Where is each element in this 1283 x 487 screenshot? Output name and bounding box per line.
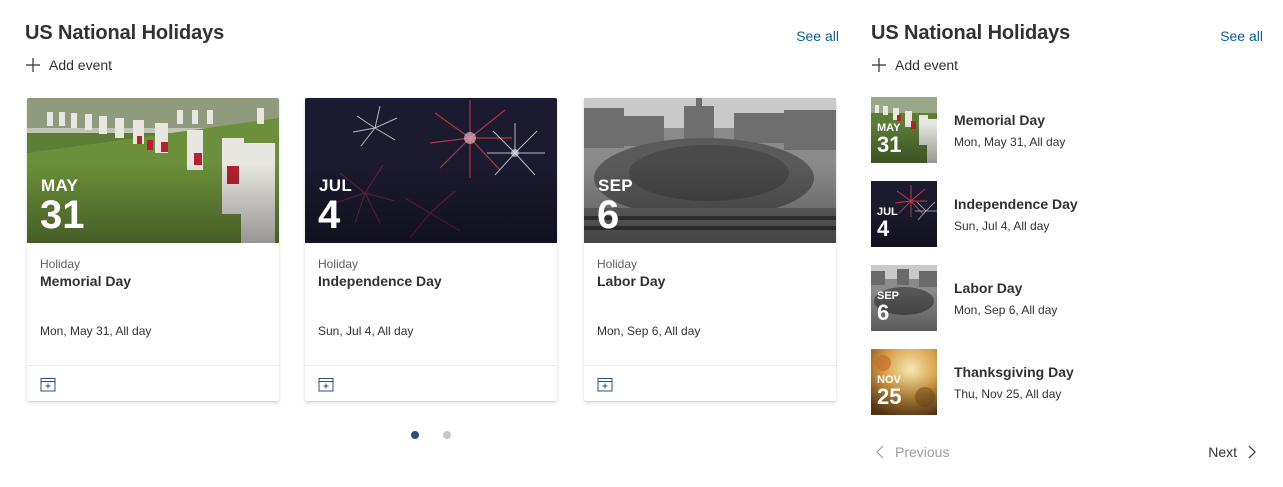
event-title[interactable]: Independence Day — [318, 273, 442, 289]
add-event-button[interactable]: Add event — [25, 56, 112, 74]
event-thumbnail: NOV 25 — [871, 349, 937, 415]
events-filmstrip-webpart: US National Holidays See all Add event M… — [25, 0, 839, 487]
event-day: 25 — [877, 384, 902, 409]
event-datetime: Sun, Jul 4, All day — [954, 219, 1050, 233]
event-category: Holiday — [318, 257, 359, 271]
event-datetime: Thu, Nov 25, All day — [954, 387, 1062, 401]
add-event-label: Add event — [895, 57, 959, 73]
add-event-label: Add event — [49, 57, 113, 73]
event-title[interactable]: Labor Day — [597, 273, 665, 289]
event-datetime: Sun, Jul 4, All day — [318, 324, 414, 338]
carousel-pagination — [411, 431, 451, 439]
event-title[interactable]: Memorial Day — [954, 112, 1045, 128]
card-divider — [27, 365, 279, 366]
event-title[interactable]: Labor Day — [954, 280, 1022, 296]
event-datetime: Mon, May 31, All day — [40, 324, 152, 338]
see-all-link[interactable]: See all — [796, 28, 839, 44]
event-image-parade: SEP 6 — [584, 98, 836, 243]
event-title[interactable]: Memorial Day — [40, 273, 131, 289]
event-title[interactable]: Independence Day — [954, 196, 1078, 212]
next-page-button[interactable]: Next — [1208, 444, 1257, 460]
event-list-item-independence-day[interactable]: JUL 4 Independence Day Sun, Jul 4, All d… — [871, 181, 1263, 249]
event-card-independence-day[interactable]: JUL 4 Holiday Independence Day Sun, Jul … — [305, 98, 557, 401]
pagination-dot-2[interactable] — [443, 431, 451, 439]
event-day: 31 — [877, 132, 902, 157]
event-day: 6 — [877, 300, 890, 325]
event-image-fireworks: JUL 4 — [305, 98, 557, 243]
chevron-left-icon — [876, 445, 884, 459]
event-thumbnail: MAY 31 — [871, 97, 937, 163]
event-title[interactable]: Thanksgiving Day — [954, 364, 1074, 380]
event-thumbnail: JUL 4 — [871, 181, 937, 247]
event-day: 31 — [40, 193, 85, 237]
pagination-dot-1[interactable] — [411, 431, 419, 439]
plus-icon — [26, 58, 40, 72]
event-list-item-thanksgiving-day[interactable]: NOV 25 Thanksgiving Day Thu, Nov 25, All… — [871, 349, 1263, 417]
calendar-add-icon[interactable] — [318, 376, 334, 392]
calendar-add-icon[interactable] — [40, 376, 56, 392]
add-event-button[interactable]: Add event — [871, 56, 958, 74]
previous-label: Previous — [895, 444, 950, 460]
see-all-link[interactable]: See all — [1220, 28, 1263, 44]
webpart-title: US National Holidays — [871, 22, 1071, 44]
webpart-title: US National Holidays — [25, 22, 225, 44]
card-divider — [305, 365, 557, 366]
card-divider — [584, 365, 836, 366]
event-list-item-memorial-day[interactable]: MAY 31 Memorial Day Mon, May 31, All day — [871, 97, 1263, 165]
event-category: Holiday — [597, 257, 638, 271]
events-compact-webpart: US National Holidays See all Add event M… — [871, 0, 1263, 487]
event-list-item-labor-day[interactable]: SEP 6 Labor Day Mon, Sep 6, All day — [871, 265, 1263, 333]
event-datetime: Mon, Sep 6, All day — [954, 303, 1058, 317]
event-day: 6 — [597, 193, 620, 237]
event-image-cemetery: MAY 31 — [27, 98, 279, 243]
calendar-add-icon[interactable] — [597, 376, 613, 392]
previous-page-button[interactable]: Previous — [875, 444, 949, 460]
event-day: 4 — [318, 193, 341, 237]
next-label: Next — [1208, 444, 1237, 460]
chevron-right-icon — [1248, 445, 1256, 459]
event-category: Holiday — [40, 257, 81, 271]
event-thumbnail: SEP 6 — [871, 265, 937, 331]
event-day: 4 — [877, 216, 890, 241]
event-card-memorial-day[interactable]: MAY 31 Holiday Memorial Day Mon, May 31,… — [27, 98, 279, 401]
event-datetime: Mon, Sep 6, All day — [597, 324, 701, 338]
event-datetime: Mon, May 31, All day — [954, 135, 1066, 149]
plus-icon — [872, 58, 886, 72]
event-card-labor-day[interactable]: SEP 6 Holiday Labor Day Mon, Sep 6, All … — [584, 98, 836, 401]
